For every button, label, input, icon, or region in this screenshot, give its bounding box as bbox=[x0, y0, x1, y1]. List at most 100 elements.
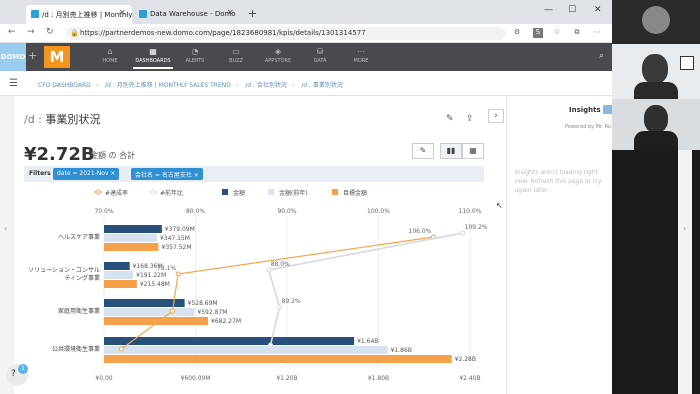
extension-icon[interactable]: ⚙ bbox=[512, 28, 522, 38]
filter-bar: Filters date = 2021-Nov × 会社名 = 名古屋支社 × bbox=[24, 166, 484, 182]
breadcrumb: CFO DASHBOARD › /d : 月別売上推移 | MONTHLY SAL… bbox=[38, 82, 343, 89]
breadcrumb-item-monthly-sales[interactable]: /d : 月別売上推移 | MONTHLY SALES TREND bbox=[105, 82, 231, 89]
favorites-icon[interactable]: ☆ bbox=[552, 28, 562, 38]
url-field[interactable]: 🔒 https://partnerdemos-new.domo.com/page… bbox=[66, 27, 506, 40]
summary-label: 金額 の 合計 bbox=[90, 151, 136, 160]
breadcrumb-item-company[interactable]: /d : 会社別状況 bbox=[245, 82, 287, 89]
line-point bbox=[118, 346, 124, 352]
share-icon[interactable]: ⇪ bbox=[466, 114, 474, 124]
line-yoy-rate bbox=[267, 232, 463, 346]
close-window-button[interactable]: ✕ bbox=[594, 5, 602, 15]
bar-amount-prev bbox=[104, 346, 388, 354]
mouse-cursor-icon: ↖ bbox=[496, 201, 503, 210]
pct-tick-label: 90.0% bbox=[277, 208, 296, 215]
filters-label: Filters bbox=[29, 170, 51, 177]
help-button[interactable]: ? 1 bbox=[6, 364, 28, 386]
bar-amount bbox=[104, 337, 355, 345]
legend-swatch bbox=[150, 189, 156, 195]
bar-data-label: ¥379.09M bbox=[165, 226, 195, 233]
domo-favicon-icon bbox=[31, 10, 39, 18]
bar-data-label: ¥528.69M bbox=[188, 300, 218, 307]
pct-tick-label: 100.0% bbox=[367, 208, 390, 215]
notification-badge: 1 bbox=[18, 364, 28, 374]
nav-home[interactable]: ⌂ HOME bbox=[86, 47, 134, 64]
chart-view-icon[interactable]: ▮▮ bbox=[440, 143, 462, 159]
nav-dashboards[interactable]: ▦ DASHBOARDS bbox=[129, 47, 177, 69]
participant-avatar bbox=[642, 6, 670, 34]
profile-s-icon[interactable]: S bbox=[533, 28, 543, 38]
breadcrumb-item-cfo[interactable]: CFO DASHBOARD bbox=[38, 82, 91, 89]
insights-powered-by: Powered by Mr. Ro bbox=[565, 124, 611, 130]
tab-bar: /d : 月別売上推移 | Monthly Sales × Data Wareh… bbox=[0, 0, 612, 24]
buzz-icon: ▭ bbox=[232, 47, 240, 56]
table-view-icon[interactable]: ▦ bbox=[462, 143, 484, 159]
category-label: 公共環境衛生事業 bbox=[52, 345, 100, 353]
filter-chip-date[interactable]: date = 2021-Nov × bbox=[53, 168, 120, 180]
pct-tick-label: 80.0% bbox=[186, 208, 205, 215]
bar-data-label: ¥347.15M bbox=[160, 235, 190, 242]
breadcrumb-item-business[interactable]: /d : 事業別状況 bbox=[301, 82, 343, 89]
line-point bbox=[460, 230, 466, 236]
line-point bbox=[266, 267, 272, 273]
line-data-label: 78.1% bbox=[157, 265, 176, 272]
line-data-label: 88.0% bbox=[271, 261, 290, 268]
insights-panel: Insights Powered by Mr. Ro Insights aren… bbox=[506, 96, 613, 394]
line-point bbox=[268, 342, 274, 348]
left-collapse-handle[interactable]: ‹ bbox=[0, 96, 14, 394]
bar-data-label: ¥357.52M bbox=[162, 244, 192, 251]
close-tab-icon[interactable]: × bbox=[226, 8, 234, 18]
lock-icon: 🔒 bbox=[70, 29, 79, 37]
line-data-label: 109.2% bbox=[465, 224, 488, 231]
filter-chip-company[interactable]: 会社名 = 名古屋支社 × bbox=[131, 168, 203, 180]
pct-tick-label: 70.0% bbox=[94, 208, 113, 215]
app-logo[interactable]: M bbox=[44, 46, 70, 68]
tab-monthly-sales[interactable]: /d : 月別売上推移 | Monthly Sales × bbox=[26, 5, 132, 24]
forward-icon[interactable]: → bbox=[27, 27, 35, 37]
domo-navbar: DOMO + M ⌂ HOME ▦ DASHBOARDS ◔ ALERTS ▭ … bbox=[0, 43, 612, 71]
nav-buzz[interactable]: ▭ BUZZ bbox=[212, 47, 260, 64]
legend-swatch bbox=[332, 189, 338, 195]
maximize-button[interactable]: ☐ bbox=[568, 5, 576, 15]
domo-logo[interactable]: DOMO bbox=[0, 43, 26, 71]
qr-code-icon bbox=[680, 56, 694, 70]
breadcrumb-bar: ☰ CFO DASHBOARD › /d : 月別売上推移 | MONTHLY S… bbox=[0, 71, 612, 96]
line-data-label: 89.2% bbox=[282, 298, 301, 305]
legend-label: 金額(前年) bbox=[279, 189, 308, 197]
participant-shoulders bbox=[634, 131, 678, 150]
bar-data-label: ¥191.22M bbox=[136, 272, 166, 279]
dashboards-icon: ▦ bbox=[149, 47, 157, 56]
category-label: ヘルスケア事業 bbox=[58, 233, 100, 241]
page-title: /d : 事業別状況 bbox=[24, 113, 101, 126]
legend-label: #前年比 bbox=[160, 189, 183, 197]
tab-data-warehouse[interactable]: Data Warehouse - Domo × bbox=[134, 5, 240, 24]
bar-data-label: ¥682.27M bbox=[211, 318, 241, 325]
nav-more[interactable]: ⋯ MORE bbox=[337, 47, 385, 64]
bar-target bbox=[104, 243, 159, 251]
search-icon[interactable]: ⌕ bbox=[599, 51, 604, 61]
minimize-button[interactable]: — bbox=[544, 5, 553, 15]
expand-panel-icon[interactable]: › bbox=[488, 109, 504, 123]
hamburger-menu-icon[interactable]: ☰ bbox=[9, 78, 18, 89]
address-bar-row: ← → ↻ 🔒 https://partnerdemos-new.domo.co… bbox=[0, 24, 612, 43]
more-icon: ⋯ bbox=[357, 47, 365, 56]
refresh-icon[interactable]: ↻ bbox=[46, 27, 54, 37]
collections-icon[interactable]: ⧉ bbox=[572, 28, 582, 38]
bar-amount bbox=[104, 262, 130, 270]
edit-pencil-icon[interactable]: ✎ bbox=[446, 114, 454, 124]
legend-label: 金額 bbox=[233, 189, 245, 197]
video-tile-3 bbox=[612, 99, 700, 150]
line-achievement-rate bbox=[121, 236, 434, 350]
nav-appstore[interactable]: ◈ APPSTORE bbox=[254, 47, 302, 64]
x-tick-label: ¥600.00M bbox=[181, 375, 211, 382]
edit-chart-icon[interactable]: ✎ bbox=[412, 143, 434, 159]
legend-swatch bbox=[222, 189, 228, 195]
close-tab-icon[interactable]: × bbox=[118, 8, 126, 18]
category-label: ソリューション・コンサル bbox=[28, 267, 100, 274]
appstore-icon: ◈ bbox=[274, 47, 282, 56]
category-label: 家庭用衛生事業 bbox=[58, 307, 100, 315]
participant-shoulders bbox=[634, 82, 678, 99]
business-chart: #達成率 #前年比 金額 金額(前年) 目標金額 70.0% 80.0% 90.0% 100.0… bbox=[28, 189, 488, 382]
new-tab-button[interactable]: + bbox=[248, 7, 257, 20]
menu-icon[interactable]: ⋯ bbox=[592, 28, 602, 38]
back-icon[interactable]: ← bbox=[8, 27, 16, 37]
